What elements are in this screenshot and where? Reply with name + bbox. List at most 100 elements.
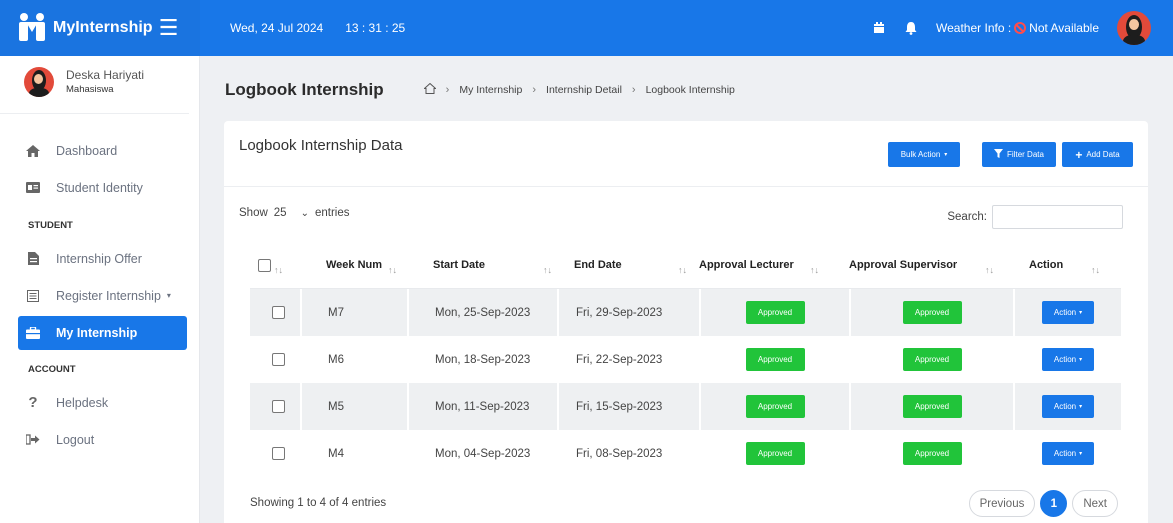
chevron-right-icon: › xyxy=(532,84,537,96)
sidebar-item-dashboard[interactable]: Dashboard xyxy=(0,132,199,169)
sort-icon: ↑↓ xyxy=(810,264,819,275)
chevron-right-icon: › xyxy=(445,84,450,96)
header-label: Action xyxy=(1029,258,1064,271)
pagination: Previous 1 Next xyxy=(968,490,1118,517)
table-info: Showing 1 to 4 of 4 entries xyxy=(250,497,387,509)
sidebar-item-internship-offer[interactable]: Internship Offer xyxy=(0,240,199,277)
breadcrumb-internship-detail[interactable]: Internship Detail xyxy=(546,84,622,96)
avatar[interactable] xyxy=(1117,11,1151,45)
select-all-checkbox[interactable] xyxy=(258,258,271,272)
sidebar-item-label: Logout xyxy=(56,432,95,447)
sidebar-item-label: Internship Offer xyxy=(56,251,142,266)
sidebar-item-helpdesk[interactable]: ? Helpdesk xyxy=(0,384,199,421)
row-checkbox[interactable] xyxy=(272,447,285,460)
row-action-button[interactable]: Action ▾ xyxy=(1042,301,1094,324)
current-time: 13 : 31 : 25 xyxy=(345,21,406,35)
page-1-button[interactable]: 1 xyxy=(1040,490,1068,517)
breadcrumb: › My Internship › Internship Detail › Lo… xyxy=(422,82,735,97)
sidebar-item-register-internship[interactable]: Register Internship ▾ xyxy=(0,277,199,314)
calendar-icon[interactable] xyxy=(872,21,886,35)
chevron-down-icon: ⌄ xyxy=(300,207,309,219)
bulk-action-button[interactable]: Bulk Action ▾ xyxy=(888,142,960,167)
header-label: Approval Supervisor xyxy=(849,258,958,271)
home-icon[interactable] xyxy=(422,82,437,97)
chevron-down-icon: ▾ xyxy=(166,291,171,300)
home-icon xyxy=(26,144,40,158)
row-checkbox[interactable] xyxy=(272,400,285,413)
cell-end-date: Fri, 15-Sep-2023 xyxy=(557,383,699,430)
row-checkbox[interactable] xyxy=(272,353,285,366)
action-label: Action xyxy=(1053,449,1077,458)
page-header: Logbook Internship › My Internship › Int… xyxy=(225,80,735,100)
status-badge: Approved xyxy=(745,348,805,371)
weather-label: Weather Info : xyxy=(936,21,1012,35)
logbook-card: Logbook Internship Data Bulk Action ▾ Fi… xyxy=(224,121,1148,523)
status-badge: Approved xyxy=(745,301,805,324)
sidebar-item-label: My Internship xyxy=(56,326,138,340)
cell-end-date: Fri, 22-Sep-2023 xyxy=(557,336,699,383)
header-approval-lecturer[interactable]: Approval Lecturer ↑↓ xyxy=(699,245,849,289)
search-box: Search: xyxy=(947,205,1123,229)
not-available-icon xyxy=(1014,22,1027,34)
cell-start-date: Mon, 11-Sep-2023 xyxy=(407,383,557,430)
filter-data-button[interactable]: Filter Data xyxy=(982,142,1056,167)
entries-label: entries xyxy=(314,207,350,219)
sidebar-item-student-identity[interactable]: Student Identity xyxy=(0,169,199,206)
entries-select[interactable]: 25 ⌄ xyxy=(274,207,309,219)
sidebar-item-logout[interactable]: Logout xyxy=(0,421,199,458)
action-label: Action xyxy=(1053,355,1077,364)
next-page-button[interactable]: Next xyxy=(1072,490,1118,517)
search-input[interactable] xyxy=(992,205,1123,229)
weather-value: Not Available xyxy=(1029,21,1099,35)
plus-icon: + xyxy=(1075,147,1083,162)
search-label: Search: xyxy=(947,211,987,223)
bell-icon[interactable] xyxy=(904,21,918,35)
cell-week: M7 xyxy=(300,289,407,336)
sort-icon: ↑↓ xyxy=(388,264,397,275)
form-icon xyxy=(26,289,40,303)
header-week-num[interactable]: Week Num ↑↓ xyxy=(300,245,407,289)
breadcrumb-my-internship[interactable]: My Internship xyxy=(459,84,522,96)
cell-end-date: Fri, 29-Sep-2023 xyxy=(557,289,699,336)
sort-icon[interactable]: ↑↓ xyxy=(274,265,283,275)
header-action[interactable]: Action ↑↓ xyxy=(1013,245,1121,289)
status-badge: Approved xyxy=(745,395,805,418)
row-checkbox[interactable] xyxy=(272,306,285,319)
brand-logo-icon xyxy=(18,13,48,43)
top-bar: MyInternship ☰ Wed, 24 Jul 2024 13 : 31 … xyxy=(0,0,1173,56)
header-label: End Date xyxy=(574,258,622,271)
header-label: Start Date xyxy=(433,258,485,271)
table-header: ↑↓ Week Num ↑↓ Start Date ↑↓ End Date ↑↓… xyxy=(250,245,1121,289)
chevron-down-icon: ▾ xyxy=(1079,404,1083,410)
sort-icon: ↑↓ xyxy=(1091,264,1100,275)
sort-icon: ↑↓ xyxy=(678,264,687,275)
briefcase-icon xyxy=(26,326,40,340)
filter-icon xyxy=(994,149,1004,160)
hamburger-menu-icon[interactable]: ☰ xyxy=(159,17,179,39)
sidebar-item-label: Register Internship xyxy=(56,288,161,303)
sidebar-item-label: Dashboard xyxy=(56,143,118,158)
header-start-date[interactable]: Start Date ↑↓ xyxy=(407,245,557,289)
breadcrumb-logbook-internship: Logbook Internship xyxy=(645,84,735,96)
brand-name: MyInternship xyxy=(53,19,153,36)
card-title: Logbook Internship Data xyxy=(239,137,403,154)
user-name: Deska Hariyati xyxy=(66,68,145,82)
select-all-header: ↑↓ xyxy=(250,245,300,289)
add-data-label: Add Data xyxy=(1086,150,1120,159)
status-badge: Approved xyxy=(902,348,962,371)
sort-icon: ↑↓ xyxy=(543,264,552,275)
previous-page-button[interactable]: Previous xyxy=(968,490,1036,517)
status-badge: Approved xyxy=(902,395,962,418)
header-end-date[interactable]: End Date ↑↓ xyxy=(557,245,699,289)
chevron-right-icon: › xyxy=(631,84,636,96)
add-data-button[interactable]: + Add Data xyxy=(1062,142,1133,167)
sidebar-item-my-internship[interactable]: My Internship xyxy=(18,316,187,350)
user-profile: Deska Hariyati Mahasiswa xyxy=(0,56,189,114)
row-action-button[interactable]: Action ▾ xyxy=(1042,395,1094,418)
header-approval-supervisor[interactable]: Approval Supervisor ↑↓ xyxy=(849,245,1013,289)
entries-value: 25 xyxy=(273,207,287,219)
row-action-button[interactable]: Action ▾ xyxy=(1042,348,1094,371)
header-label: Approval Lecturer xyxy=(699,258,794,271)
brand[interactable]: MyInternship ☰ xyxy=(0,0,200,56)
row-action-button[interactable]: Action ▾ xyxy=(1042,442,1094,465)
